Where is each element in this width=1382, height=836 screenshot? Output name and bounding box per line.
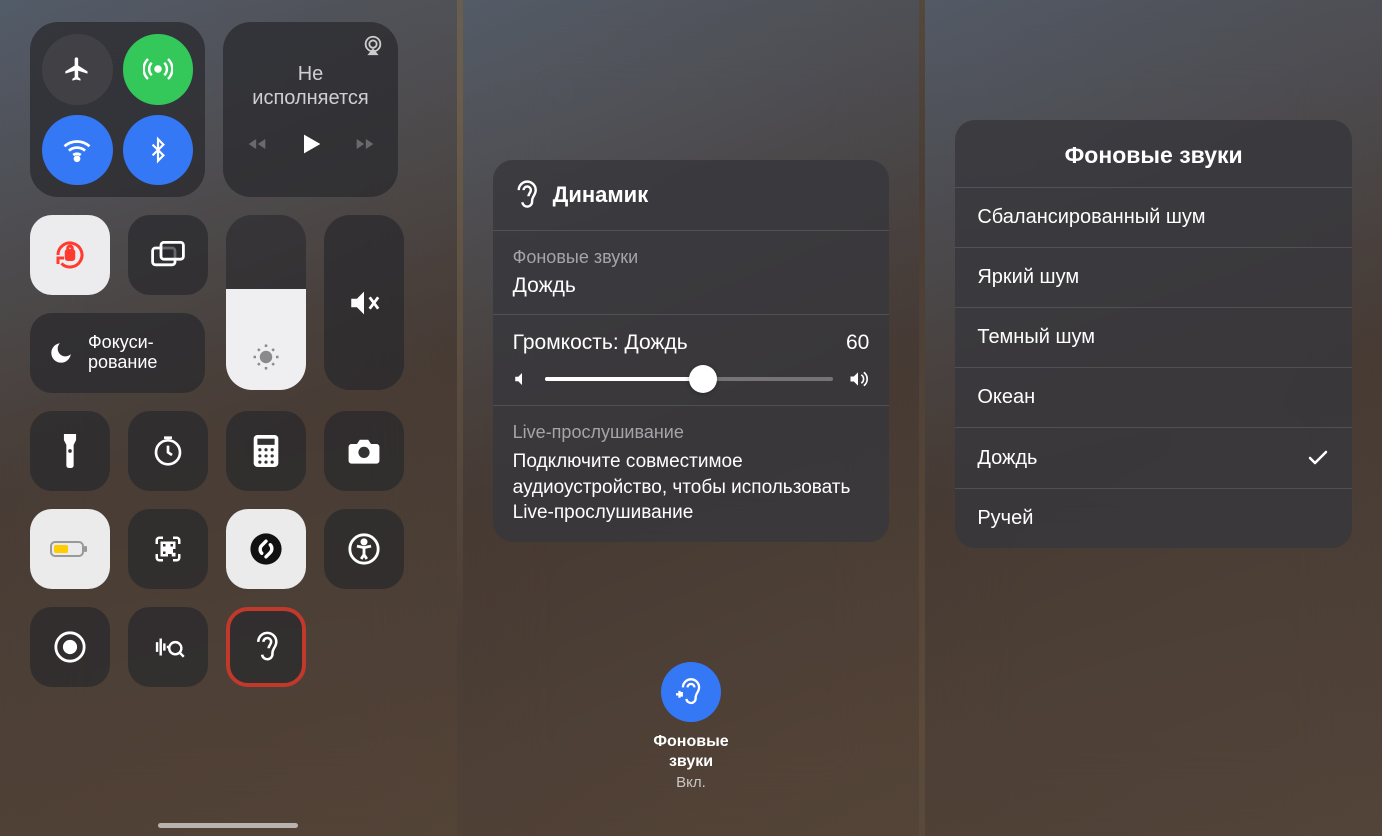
sound-option-label: Дождь (977, 447, 1037, 470)
toggle-label: Фоновые звуки (463, 732, 920, 772)
hearing-panel-screen: Динамик Фоновые звуки Дождь Громкость: Д… (463, 0, 920, 836)
sound-option-label: Сбалансированный шум (977, 206, 1205, 229)
panel-header: Динамик (493, 160, 890, 231)
volume-slider[interactable] (324, 215, 404, 390)
soundwave-search-icon (151, 632, 185, 662)
calculator-button[interactable] (226, 411, 306, 491)
media-module[interactable]: Не исполняется (223, 22, 398, 197)
live-listen-section: Live-прослушивание Подключите совместимо… (493, 406, 890, 542)
record-icon (53, 630, 87, 664)
rotation-lock-icon (52, 237, 88, 273)
sun-icon (251, 342, 281, 372)
sound-option[interactable]: Сбалансированный шум (955, 187, 1352, 247)
airplay-icon[interactable] (362, 34, 384, 56)
ear-icon (513, 178, 539, 212)
accessibility-shortcut-button[interactable] (324, 509, 404, 589)
list-title: Фоновые звуки (955, 120, 1352, 187)
screen-mirroring-button[interactable] (128, 215, 208, 295)
previous-track-button[interactable] (245, 134, 269, 154)
speaker-high-icon (847, 369, 869, 389)
checkmark-icon (1306, 446, 1330, 470)
rotation-lock-button[interactable] (30, 215, 110, 295)
mirroring-icon (151, 241, 185, 269)
toggle-status: Вкл. (463, 774, 920, 791)
sound-option[interactable]: Дождь (955, 427, 1352, 488)
home-indicator[interactable] (158, 823, 298, 828)
sound-option-label: Темный шум (977, 326, 1095, 349)
sound-option[interactable]: Океан (955, 367, 1352, 427)
media-title: Не исполняется (252, 62, 368, 110)
volume-section: Громкость: Дождь 60 (493, 315, 890, 406)
sound-option[interactable]: Яркий шум (955, 247, 1352, 307)
control-center-screen: Не исполняется Фокуси- рование (0, 0, 457, 836)
wifi-icon (62, 135, 92, 165)
shazam-icon (249, 532, 283, 566)
sounds-list-screen: Фоновые звуки Сбалансированный шум Яркий … (925, 0, 1382, 836)
volume-value: 60 (846, 331, 869, 355)
play-button[interactable] (297, 130, 325, 158)
hearing-button[interactable] (226, 607, 306, 687)
camera-icon (347, 437, 381, 465)
volume-slider[interactable] (545, 377, 834, 381)
flashlight-icon (60, 434, 80, 468)
sound-recognition-button[interactable] (128, 607, 208, 687)
section-label: Live-прослушивание (513, 422, 870, 443)
sound-option[interactable]: Темный шум (955, 307, 1352, 367)
sound-option[interactable]: Ручей (955, 488, 1352, 548)
timer-button[interactable] (128, 411, 208, 491)
connectivity-module[interactable] (30, 22, 205, 197)
airplane-icon (63, 55, 91, 83)
ear-sound-icon (676, 675, 706, 709)
next-track-button[interactable] (353, 134, 377, 154)
battery-icon (50, 539, 90, 559)
sound-option-label: Ручей (977, 507, 1033, 530)
live-listen-text: Подключите совместимое аудиоустройство, … (513, 449, 870, 526)
qr-icon (153, 534, 183, 564)
sound-option-label: Океан (977, 386, 1035, 409)
antenna-icon (143, 54, 173, 84)
calculator-icon (253, 435, 279, 467)
wifi-button[interactable] (42, 115, 113, 186)
speaker-muted-icon (347, 286, 381, 320)
cellular-data-button[interactable] (123, 34, 194, 105)
camera-button[interactable] (324, 411, 404, 491)
shazam-button[interactable] (226, 509, 306, 589)
brightness-slider[interactable] (226, 215, 306, 390)
hearing-panel: Динамик Фоновые звуки Дождь Громкость: Д… (493, 160, 890, 542)
panel-title: Динамик (553, 182, 649, 208)
focus-button[interactable]: Фокуси- рование (30, 313, 205, 393)
focus-label: Фокуси- рование (88, 333, 157, 373)
timer-icon (152, 435, 184, 467)
bluetooth-button[interactable] (123, 115, 194, 186)
moon-icon (48, 340, 74, 366)
background-sounds-row[interactable]: Фоновые звуки Дождь (493, 231, 890, 315)
slider-thumb[interactable] (689, 365, 717, 393)
speaker-low-icon (513, 370, 531, 388)
low-power-mode-button[interactable] (30, 509, 110, 589)
background-sounds-toggle[interactable] (661, 662, 721, 722)
bluetooth-icon (145, 135, 171, 165)
sound-option-label: Яркий шум (977, 266, 1079, 289)
sounds-list-panel: Фоновые звуки Сбалансированный шум Яркий … (955, 120, 1352, 548)
flashlight-button[interactable] (30, 411, 110, 491)
qr-scanner-button[interactable] (128, 509, 208, 589)
ear-icon (252, 629, 280, 665)
airplane-mode-button[interactable] (42, 34, 113, 105)
section-value: Дождь (513, 274, 870, 298)
accessibility-icon (347, 532, 381, 566)
section-label: Фоновые звуки (513, 247, 870, 268)
screen-recording-button[interactable] (30, 607, 110, 687)
volume-label: Громкость: Дождь (513, 331, 688, 355)
